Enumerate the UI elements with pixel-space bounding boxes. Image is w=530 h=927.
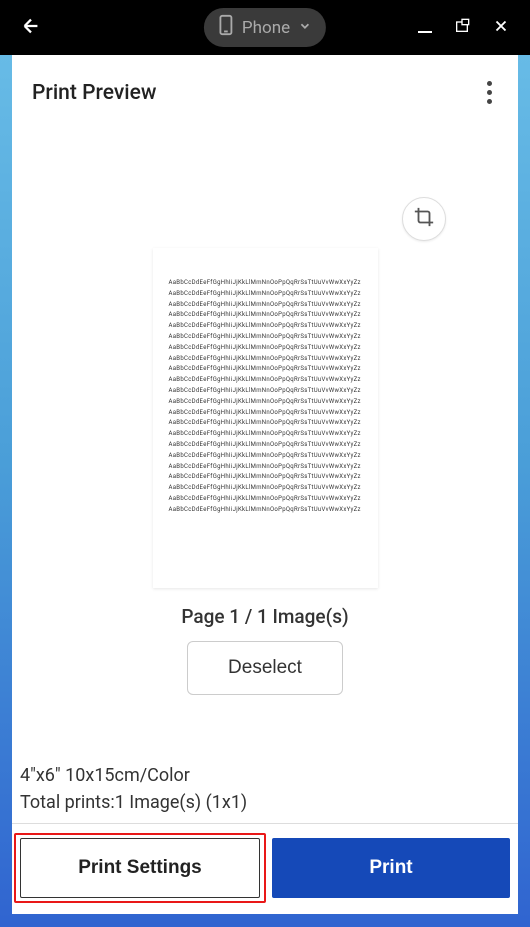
phone-icon	[218, 14, 234, 41]
window-icon[interactable]	[454, 18, 470, 38]
device-selector[interactable]: Phone	[204, 8, 326, 47]
bottom-section: 4"x6" 10x15cm/Color Total prints:1 Image…	[12, 753, 518, 914]
minimize-icon[interactable]	[418, 31, 432, 33]
chevron-down-icon	[298, 18, 312, 38]
page-title: Print Preview	[32, 81, 156, 105]
print-settings-label: Print Settings	[78, 857, 202, 878]
total-prints-text: Total prints:1 Image(s) (1x1)	[20, 792, 510, 823]
more-menu-icon[interactable]	[481, 75, 498, 110]
action-buttons: Print Settings Print	[20, 838, 510, 898]
close-icon[interactable]	[492, 17, 510, 39]
divider	[12, 823, 518, 824]
page-counter: Page 1 / 1 Image(s)	[181, 605, 348, 628]
crop-icon	[413, 206, 435, 232]
document-text-placeholder: AaBbCcDdEeFfGgHhIiJjKkLlMmNnOoPpQqRrSsTt…	[169, 278, 362, 516]
app-content: Print Preview AaBbCcDdEeFfGgHhIiJjKkLlMm…	[12, 55, 518, 914]
print-button[interactable]: Print	[272, 838, 510, 898]
device-label: Phone	[242, 18, 290, 38]
preview-area: AaBbCcDdEeFfGgHhIiJjKkLlMmNnOoPpQqRrSsTt…	[12, 120, 518, 753]
back-arrow-icon[interactable]	[20, 15, 42, 41]
app-header: Print Preview	[12, 55, 518, 120]
media-info-text: 4"x6" 10x15cm/Color	[20, 765, 510, 792]
crop-button[interactable]	[402, 197, 446, 241]
page-preview-image[interactable]: AaBbCcDdEeFfGgHhIiJjKkLlMmNnOoPpQqRrSsTt…	[153, 248, 378, 588]
emulator-top-bar: Phone	[0, 0, 530, 55]
window-controls	[418, 17, 510, 39]
print-settings-button[interactable]: Print Settings	[20, 838, 260, 898]
deselect-button[interactable]: Deselect	[187, 641, 343, 695]
